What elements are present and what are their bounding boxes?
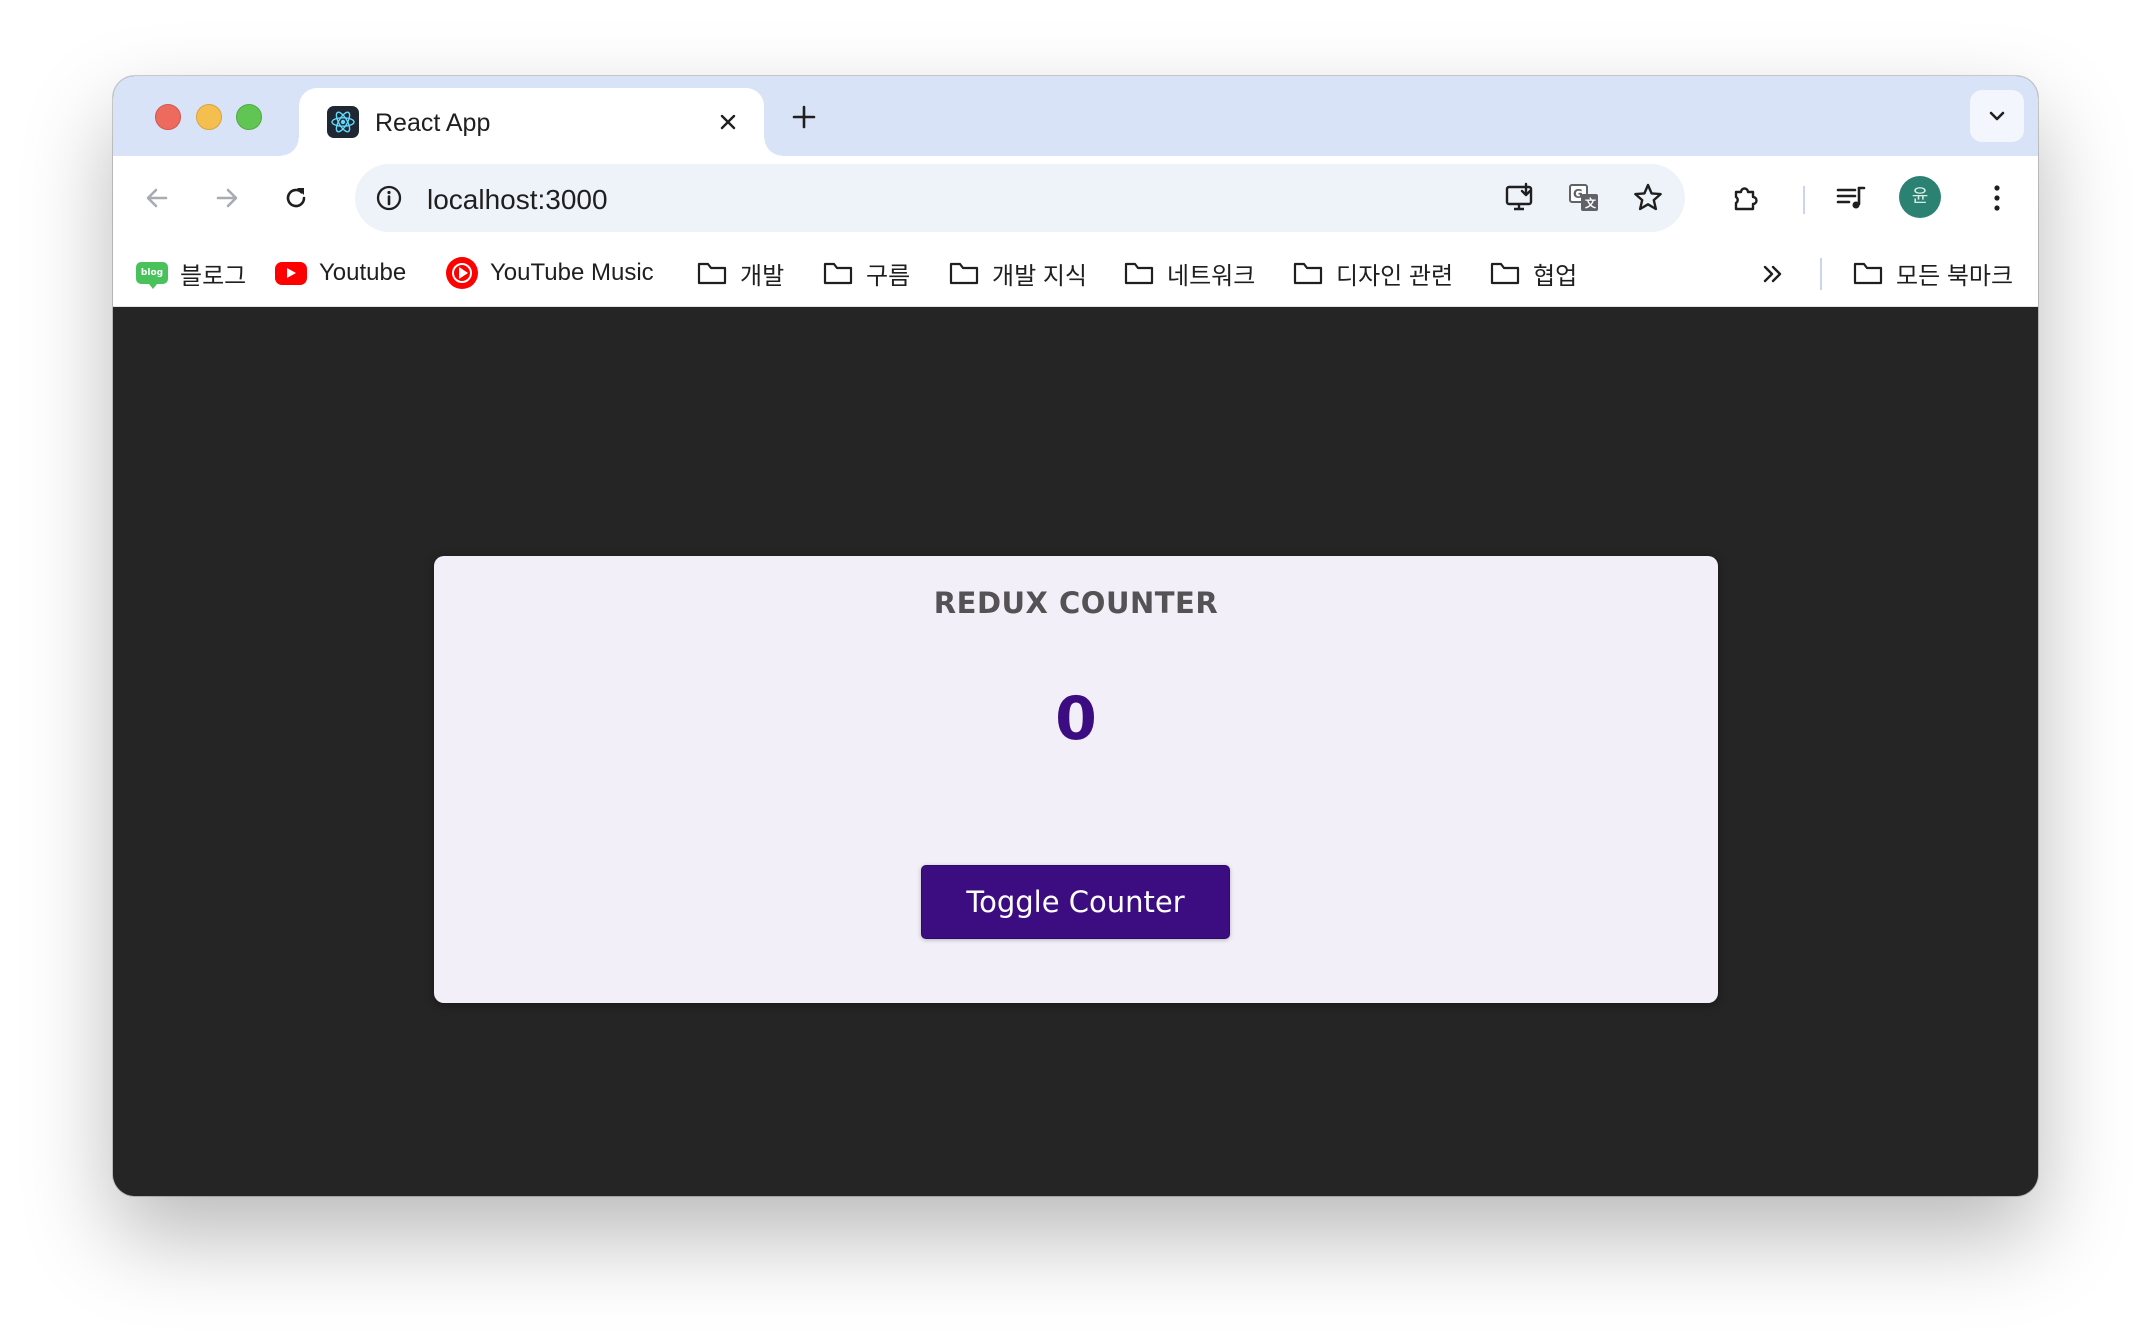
url-text: localhost:3000 xyxy=(427,184,608,215)
counter-card: REDUX COUNTER 0 Toggle Counter xyxy=(434,556,1718,1003)
bookmark-folder-goorm[interactable]: 구름 xyxy=(822,250,910,296)
close-icon[interactable] xyxy=(710,104,746,140)
forward-button[interactable] xyxy=(201,172,253,224)
folder-icon xyxy=(1852,257,1884,289)
tab-search-button[interactable] xyxy=(1970,90,2024,142)
tab-strip: React App xyxy=(113,76,2038,156)
bookmark-label: 개발 지식 xyxy=(992,262,1087,290)
bookmarks-bar: blog 블로그 Youtube YouTube Music 개발 구름 개발 … xyxy=(113,240,2038,307)
bookmark-label: 협업 xyxy=(1533,262,1578,290)
folder-icon xyxy=(822,257,854,289)
close-window-button[interactable] xyxy=(155,104,181,130)
new-tab-button[interactable] xyxy=(785,98,823,136)
bookmark-folder-collab[interactable]: 협업 xyxy=(1489,250,1577,296)
blog-icon: blog xyxy=(136,262,168,289)
reload-button[interactable] xyxy=(270,172,322,224)
bookmark-youtube-music[interactable]: YouTube Music xyxy=(446,250,654,296)
folder-icon xyxy=(1489,257,1521,289)
bookmark-label: 디자인 관련 xyxy=(1336,262,1454,290)
translate-icon[interactable]: G 文 xyxy=(1564,178,1604,218)
bookmark-youtube[interactable]: Youtube xyxy=(275,250,406,296)
all-bookmarks-folder[interactable]: 모든 북마크 xyxy=(1852,250,2013,296)
browser-window: React App localhost:3000 G 文 윤 blog 블로그 … xyxy=(113,76,2038,1196)
extensions-icon[interactable] xyxy=(1722,174,1770,222)
media-controls-icon[interactable] xyxy=(1827,174,1875,222)
more-menu-icon[interactable] xyxy=(1973,174,2021,222)
bookmark-label: 네트워크 xyxy=(1167,262,1256,290)
folder-icon xyxy=(948,257,980,289)
tab-title: React App xyxy=(375,109,491,137)
folder-icon xyxy=(1123,257,1155,289)
bookmark-label: 개발 xyxy=(740,262,785,290)
youtube-music-icon xyxy=(446,257,478,289)
bookmark-folder-design[interactable]: 디자인 관련 xyxy=(1292,250,1453,296)
youtube-icon xyxy=(275,262,307,285)
bookmark-blog[interactable]: blog 블로그 xyxy=(136,250,246,296)
bookmarks-overflow-icon[interactable] xyxy=(1753,254,1793,294)
page-title: REDUX COUNTER xyxy=(933,586,1219,620)
profile-avatar[interactable]: 윤 xyxy=(1899,176,1941,218)
back-button[interactable] xyxy=(131,172,183,224)
folder-icon xyxy=(1292,257,1324,289)
minimize-window-button[interactable] xyxy=(196,104,222,130)
folder-icon xyxy=(696,257,728,289)
bookmark-folder-dev[interactable]: 개발 xyxy=(696,250,784,296)
svg-text:文: 文 xyxy=(1585,196,1597,210)
counter-value: 0 xyxy=(1055,684,1097,754)
bookmark-folder-dev-knowledge[interactable]: 개발 지식 xyxy=(948,250,1087,296)
bookmark-label: 블로그 xyxy=(180,262,247,290)
address-bar[interactable]: localhost:3000 G 文 xyxy=(355,164,1685,232)
bookmark-label: 모든 북마크 xyxy=(1896,262,2014,290)
bookmark-star-icon[interactable] xyxy=(1628,178,1668,218)
bookmark-label: 구름 xyxy=(866,262,911,290)
browser-toolbar: localhost:3000 G 文 윤 xyxy=(113,156,2038,240)
tab-react-app[interactable]: React App xyxy=(281,88,782,156)
toolbar-divider xyxy=(1803,186,1805,214)
react-icon xyxy=(327,106,359,138)
toggle-counter-button[interactable]: Toggle Counter xyxy=(921,865,1230,939)
bookmarks-divider xyxy=(1820,258,1822,290)
bookmark-label: YouTube Music xyxy=(490,259,654,286)
install-app-icon[interactable] xyxy=(1500,178,1540,218)
page-viewport: REDUX COUNTER 0 Toggle Counter xyxy=(113,307,2038,1196)
bookmark-folder-network[interactable]: 네트워크 xyxy=(1123,250,1255,296)
bookmark-label: Youtube xyxy=(319,259,407,286)
desktop: React App localhost:3000 G 文 윤 blog 블로그 … xyxy=(0,0,2144,1342)
site-info-icon[interactable] xyxy=(369,178,409,218)
maximize-window-button[interactable] xyxy=(236,104,262,130)
